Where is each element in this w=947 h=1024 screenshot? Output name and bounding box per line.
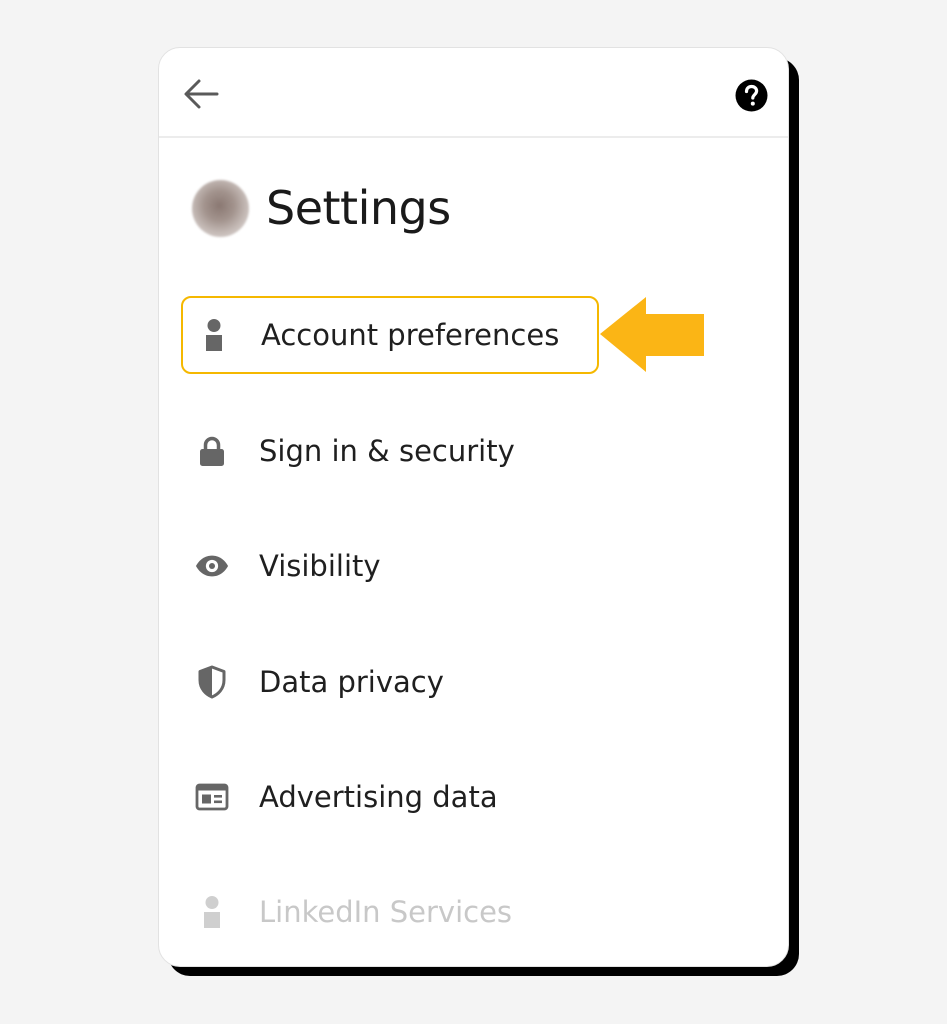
- avatar[interactable]: [192, 179, 249, 237]
- person-icon: [195, 895, 229, 929]
- title-row: Settings: [192, 178, 451, 238]
- ad-card-icon: [195, 780, 229, 814]
- menu-item-label: LinkedIn Services: [259, 895, 513, 929]
- menu-item-account-preferences[interactable]: Account preferences: [181, 296, 599, 374]
- menu-item-advertising-data[interactable]: Advertising data: [181, 758, 599, 836]
- menu-item-label: Sign in & security: [259, 434, 515, 468]
- shield-icon: [195, 665, 229, 699]
- callout-arrow-icon: [600, 297, 704, 372]
- settings-screen: Settings Account preferences Sign in & s…: [158, 47, 789, 967]
- help-button[interactable]: [735, 79, 768, 112]
- arrow-left-icon: [184, 79, 219, 109]
- back-button[interactable]: [181, 76, 221, 112]
- menu-item-visibility[interactable]: Visibility: [181, 527, 599, 605]
- menu-item-label: Visibility: [259, 549, 381, 583]
- menu-item-label: Advertising data: [259, 780, 498, 814]
- person-icon: [197, 318, 231, 352]
- menu-item-linkedin-services[interactable]: LinkedIn Services: [181, 873, 599, 951]
- menu-item-label: Data privacy: [259, 665, 444, 699]
- help-circle-icon: [735, 79, 768, 112]
- lock-icon: [195, 434, 229, 468]
- menu-item-label: Account preferences: [261, 318, 560, 352]
- top-app-bar: [159, 48, 788, 138]
- page-title: Settings: [266, 181, 451, 235]
- menu-item-data-privacy[interactable]: Data privacy: [181, 643, 599, 721]
- menu-item-sign-in-security[interactable]: Sign in & security: [181, 412, 599, 490]
- eye-icon: [195, 549, 229, 583]
